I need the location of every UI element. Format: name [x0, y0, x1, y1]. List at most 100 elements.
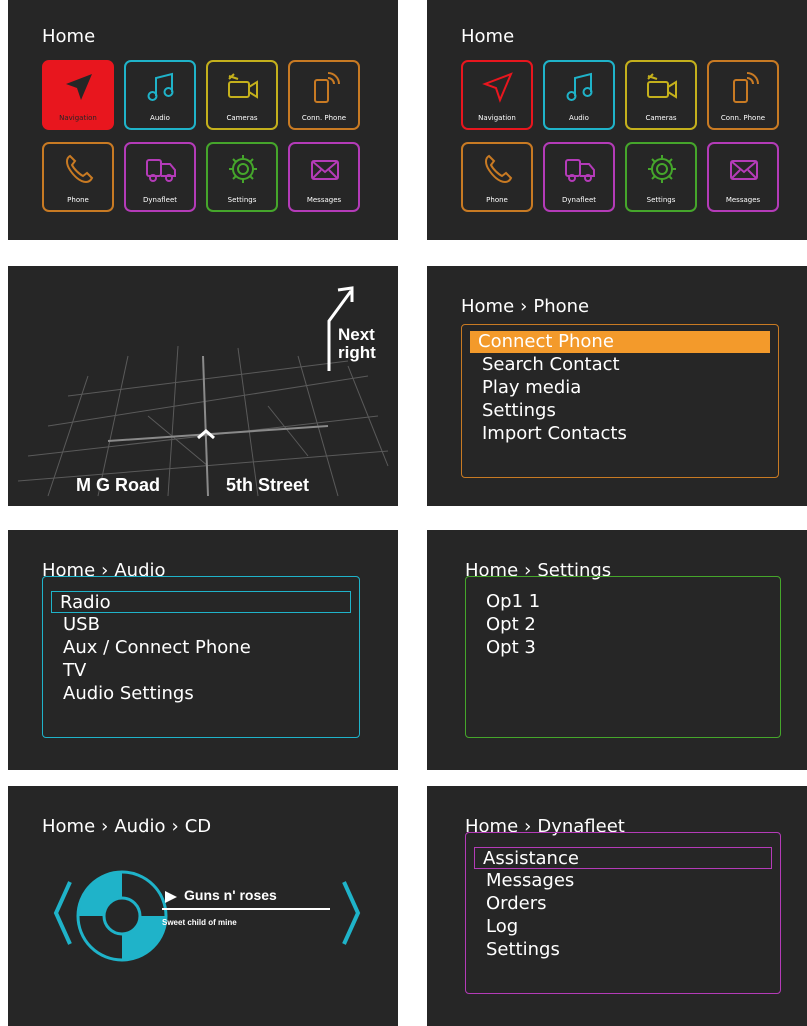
- menu-item-settings[interactable]: Settings: [478, 939, 568, 961]
- envelope-icon: [730, 160, 758, 180]
- breadcrumb-phone: Phone: [533, 296, 590, 317]
- navigation-arrow-icon: [66, 74, 92, 100]
- turn-instruction: Next right: [338, 326, 376, 362]
- tile-settings[interactable]: Settings: [625, 142, 697, 212]
- track-divider: [162, 908, 330, 910]
- tile-navigation[interactable]: Navigation: [461, 60, 533, 130]
- navigation-map-screen: Next right M G Road 5th Street: [8, 266, 398, 506]
- menu-item-assistance[interactable]: Assistance: [474, 847, 772, 869]
- menu-item-usb[interactable]: USB: [55, 614, 108, 636]
- audio-menu: Radio USB Aux / Connect Phone TV Audio S…: [42, 576, 360, 738]
- tile-label: Messages: [306, 196, 342, 204]
- menu-item-orders[interactable]: Orders: [478, 893, 555, 915]
- road-map: [17, 286, 389, 497]
- next-street: 5th Street: [226, 475, 310, 495]
- breadcrumb-audio[interactable]: Audio: [114, 816, 165, 837]
- connected-phone-icon: [314, 72, 340, 103]
- tile-label: Conn. Phone: [720, 114, 766, 122]
- next-chevron-icon[interactable]: [336, 878, 366, 948]
- cd-disc-icon: [76, 870, 168, 962]
- tile-phone[interactable]: Phone: [461, 142, 533, 212]
- menu-item-option-3[interactable]: Opt 3: [478, 637, 544, 659]
- tile-cameras[interactable]: Cameras: [206, 60, 278, 130]
- menu-item-option-1[interactable]: Op1 1: [478, 591, 548, 613]
- tile-audio[interactable]: Audio: [124, 60, 196, 130]
- settings-menu: Op1 1 Opt 2 Opt 3: [465, 576, 781, 738]
- tile-navigation[interactable]: Navigation: [42, 60, 114, 130]
- breadcrumb-cd: CD: [184, 816, 212, 837]
- menu-item-aux[interactable]: Aux / Connect Phone: [55, 637, 259, 659]
- phone-menu-screen: Home › Phone Connect Phone Search Contact …: [427, 266, 807, 506]
- chevron-right-icon: ›: [520, 296, 528, 317]
- page-title: Home: [42, 26, 96, 47]
- dynafleet-menu-screen: Home › Dynafleet Assistance Messages Order…: [427, 786, 807, 1026]
- settings-menu-screen: Home › Settings Op1 1 Opt 2 Opt 3: [427, 530, 807, 770]
- breadcrumb-home[interactable]: Home: [42, 816, 95, 837]
- gear-icon: [648, 155, 676, 183]
- tile-cameras[interactable]: Cameras: [625, 60, 697, 130]
- turn-line-1: Next: [338, 325, 375, 344]
- tile-label: Messages: [725, 196, 761, 204]
- audio-menu-screen: Home › Audio Radio USB Aux / Connect Phone…: [8, 530, 398, 770]
- connected-phone-icon: [733, 72, 759, 103]
- tile-label: Conn. Phone: [301, 114, 347, 122]
- home-screen-default: Home Navigation Audio Cameras Conn. Phon…: [427, 0, 807, 240]
- menu-item-settings[interactable]: Settings: [474, 400, 564, 422]
- tile-label: Phone: [486, 196, 508, 204]
- video-camera-icon: [228, 73, 258, 99]
- tile-label: Cameras: [226, 114, 258, 122]
- menu-item-import-contacts[interactable]: Import Contacts: [474, 423, 635, 445]
- envelope-icon: [311, 160, 339, 180]
- chevron-right-icon: ›: [101, 816, 109, 837]
- video-camera-icon: [647, 73, 677, 99]
- tile-label: Settings: [646, 196, 676, 204]
- menu-item-connect-phone[interactable]: Connect Phone: [470, 331, 770, 353]
- tile-label: Navigation: [59, 114, 97, 122]
- tile-label: Dynafleet: [142, 196, 178, 204]
- tile-phone[interactable]: Phone: [42, 142, 114, 212]
- truck-icon: [565, 159, 595, 182]
- tile-conn-phone[interactable]: Conn. Phone: [288, 60, 360, 130]
- tile-label: Dynafleet: [561, 196, 597, 204]
- home-screen-navigation-selected: Home Navigation Audio Cameras Conn. Phon…: [8, 0, 398, 240]
- truck-icon: [146, 159, 176, 182]
- tile-label: Phone: [67, 196, 89, 204]
- track-artist: Guns n' roses: [184, 887, 277, 903]
- cd-player-screen: Home › Audio › CD Guns n' roses Sweet child …: [8, 786, 398, 1026]
- tile-label: Audio: [150, 114, 170, 122]
- phone-handset-icon: [485, 154, 513, 184]
- chevron-right-icon: ›: [171, 816, 179, 837]
- dynafleet-menu: Assistance Messages Orders Log Settings: [465, 832, 781, 994]
- tile-dynafleet[interactable]: Dynafleet: [543, 142, 615, 212]
- tile-dynafleet[interactable]: Dynafleet: [124, 142, 196, 212]
- gear-icon: [229, 155, 257, 183]
- menu-item-tv[interactable]: TV: [55, 660, 94, 682]
- page-title: Home: [461, 26, 515, 47]
- tile-label: Navigation: [478, 114, 516, 122]
- navigation-arrow-icon: [482, 72, 513, 103]
- tile-label: Audio: [569, 114, 589, 122]
- menu-item-play-media[interactable]: Play media: [474, 377, 589, 399]
- menu-item-option-2[interactable]: Opt 2: [478, 614, 544, 636]
- tile-audio[interactable]: Audio: [543, 60, 615, 130]
- breadcrumb-home[interactable]: Home: [461, 296, 514, 317]
- music-note-icon: [566, 72, 593, 101]
- menu-item-audio-settings[interactable]: Audio Settings: [55, 683, 202, 705]
- tile-label: Settings: [227, 196, 257, 204]
- phone-handset-icon: [66, 154, 94, 184]
- tile-label: Cameras: [645, 114, 677, 122]
- menu-item-log[interactable]: Log: [478, 916, 526, 938]
- menu-item-search-contact[interactable]: Search Contact: [474, 354, 628, 376]
- tile-messages[interactable]: Messages: [707, 142, 779, 212]
- menu-item-messages[interactable]: Messages: [478, 870, 582, 892]
- current-street: M G Road: [76, 475, 160, 495]
- turn-line-2: right: [338, 343, 376, 362]
- phone-menu: Connect Phone Search Contact Play media …: [461, 324, 779, 478]
- tile-conn-phone[interactable]: Conn. Phone: [707, 60, 779, 130]
- menu-item-radio[interactable]: Radio: [51, 591, 351, 613]
- track-title: Sweet child of mine: [162, 918, 237, 927]
- play-icon[interactable]: [164, 890, 178, 904]
- breadcrumb: Home › Audio › CD: [42, 816, 211, 837]
- tile-messages[interactable]: Messages: [288, 142, 360, 212]
- tile-settings[interactable]: Settings: [206, 142, 278, 212]
